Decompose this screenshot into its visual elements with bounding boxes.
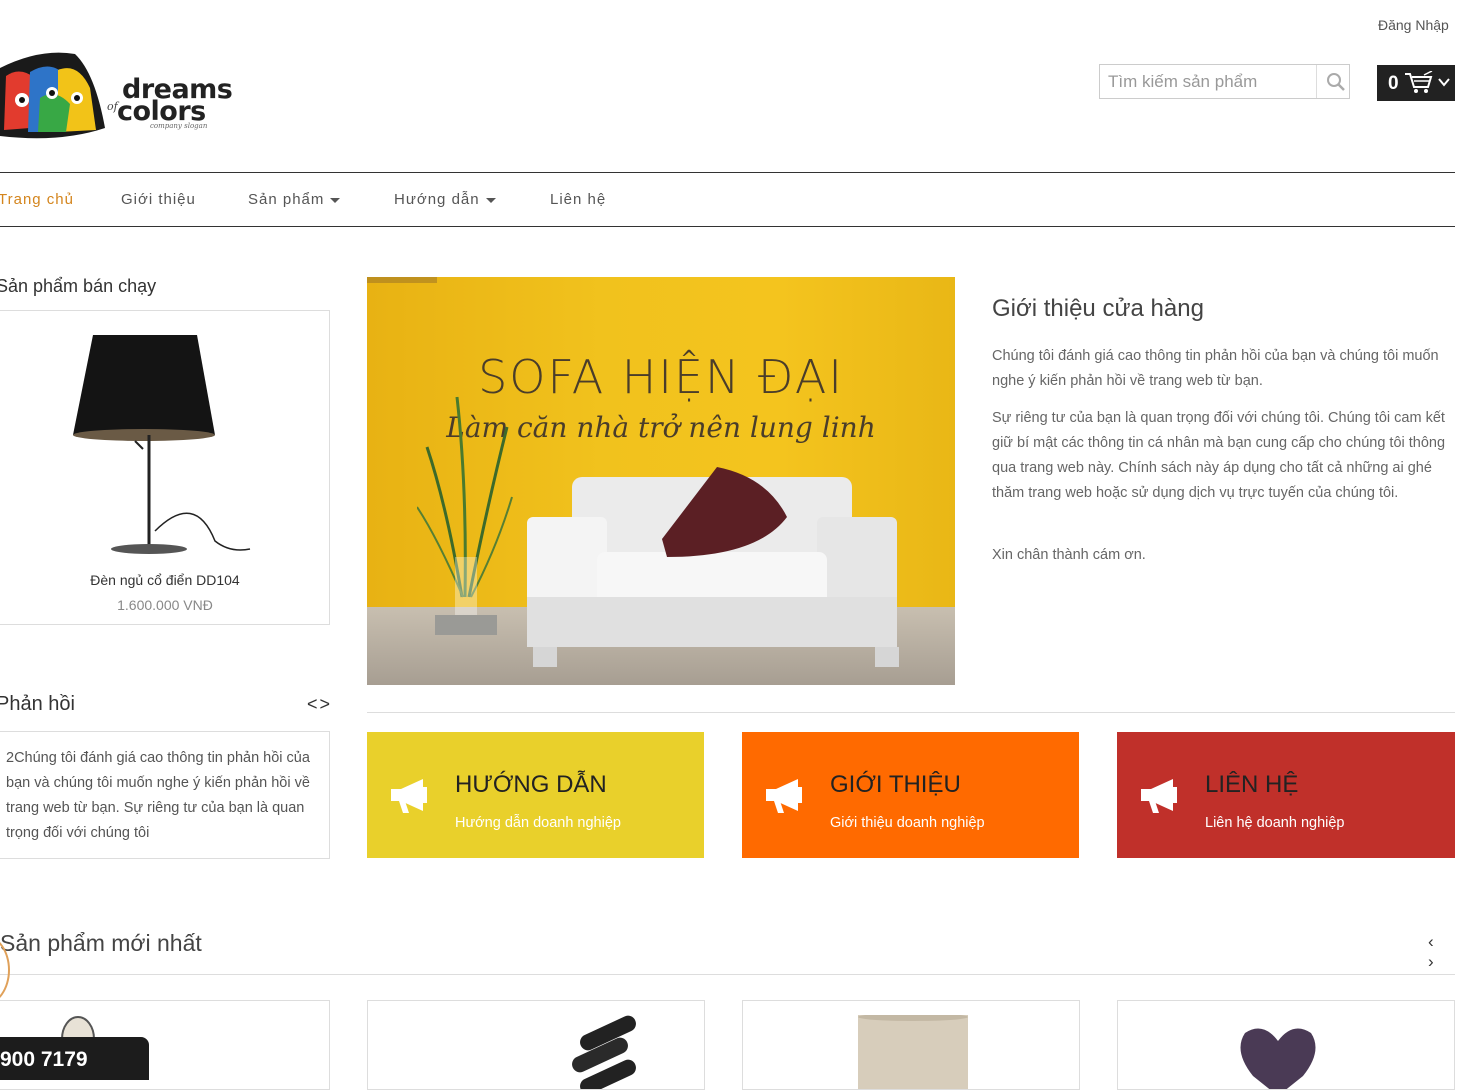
feedback-text: 2Chúng tôi đánh giá cao thông tin phản h… xyxy=(6,750,310,841)
logo-emblem-icon xyxy=(0,52,105,139)
product-card[interactable] xyxy=(367,1000,705,1090)
product-image xyxy=(858,1015,968,1089)
feedback-nav-arrows[interactable]: <> xyxy=(307,694,332,715)
promo-subtitle: Giới thiệu doanh nghiệp xyxy=(830,815,985,831)
nav-label: Sản phẩm xyxy=(248,191,325,208)
nav-item-home[interactable]: Trang chủ xyxy=(0,191,74,208)
nav-border-bottom xyxy=(0,226,1455,227)
megaphone-icon xyxy=(766,779,802,813)
product-card[interactable] xyxy=(742,1000,1080,1090)
nav-label: Hướng dẫn xyxy=(394,191,480,208)
nav-label: Liên hệ xyxy=(550,191,607,208)
hotline-number: 900 7179 xyxy=(0,1048,88,1071)
promo-about[interactable]: GIỚI THIỆU Giới thiệu doanh nghiệp xyxy=(742,732,1079,858)
promo-title: GIỚI THIỆU xyxy=(830,771,961,798)
product-price: 1.600.000 VNĐ xyxy=(117,597,213,613)
bestseller-card[interactable]: Đèn ngủ cổ điển DD104 1.600.000 VNĐ xyxy=(0,310,330,625)
logo-slogan: company slogan xyxy=(150,122,208,130)
sofa-image xyxy=(527,467,899,667)
search-icon[interactable] xyxy=(1326,72,1346,92)
slider-progress xyxy=(367,277,437,283)
product-card[interactable] xyxy=(1117,1000,1455,1090)
cart-button[interactable]: 0 xyxy=(1377,65,1455,101)
intro-paragraph-2: Sự riêng tư của bạn là quan trọng đối vớ… xyxy=(992,410,1446,501)
megaphone-icon xyxy=(391,779,427,813)
search-input[interactable] xyxy=(1108,71,1308,93)
hero-banner[interactable]: SOFA HIỆN ĐẠI Làm căn nhà trở nên lung l… xyxy=(367,277,955,685)
promo-contact[interactable]: LIÊN HỆ Liên hệ doanh nghiệp xyxy=(1117,732,1455,858)
nav-border-top xyxy=(0,172,1455,173)
nav-item-about[interactable]: Giới thiệu xyxy=(121,191,196,208)
promo-title: LIÊN HỆ xyxy=(1205,771,1299,798)
promo-subtitle: Hướng dẫn doanh nghiệp xyxy=(455,815,621,831)
new-products-separator xyxy=(0,974,1455,975)
nav-item-contact[interactable]: Liên hệ xyxy=(550,191,606,208)
new-products-nav-arrows[interactable]: ‹ › xyxy=(1428,932,1462,972)
search-box xyxy=(1099,64,1350,99)
search-divider xyxy=(1316,65,1317,98)
product-name[interactable]: Đèn ngủ cổ điển DD104 xyxy=(0,572,330,588)
nav-label: Giới thiệu xyxy=(121,191,196,208)
cart-count: 0 xyxy=(1388,73,1399,94)
product-image xyxy=(572,1015,636,1089)
intro-paragraph-3: Xin chân thành cám ơn. xyxy=(992,547,1146,563)
login-link[interactable]: Đăng Nhập xyxy=(1378,17,1449,33)
bestseller-title: Sản phẩm bán chạy xyxy=(0,276,157,296)
new-products-title: Sản phẩm mới nhất xyxy=(0,930,202,956)
promo-title: HƯỚNG DẪN xyxy=(455,771,607,798)
cart-icon xyxy=(1405,71,1433,93)
promo-guide[interactable]: HƯỚNG DẪN Hướng dẫn doanh nghiệp xyxy=(367,732,704,858)
lamp-image xyxy=(73,335,251,554)
intro-title: Giới thiệu cửa hàng xyxy=(992,295,1204,322)
promo-separator xyxy=(367,712,1455,713)
megaphone-icon xyxy=(1141,779,1177,813)
plant-image xyxy=(417,396,513,635)
chevron-down-icon xyxy=(1438,78,1450,87)
hotline-widget[interactable]: 900 7179 xyxy=(0,1037,149,1080)
feedback-title: Phản hồi xyxy=(0,693,75,715)
caret-down-icon xyxy=(485,197,496,203)
feedback-box: 2Chúng tôi đánh giá cao thông tin phản h… xyxy=(0,731,330,859)
nav-label: Trang chủ xyxy=(0,191,74,208)
intro-paragraph-1: Chúng tôi đánh giá cao thông tin phản hồ… xyxy=(992,348,1439,389)
caret-down-icon xyxy=(330,197,341,203)
nav-item-guide[interactable]: Hướng dẫn xyxy=(394,191,496,208)
nav-item-products[interactable]: Sản phẩm xyxy=(248,191,341,208)
promo-subtitle: Liên hệ doanh nghiệp xyxy=(1205,815,1345,831)
